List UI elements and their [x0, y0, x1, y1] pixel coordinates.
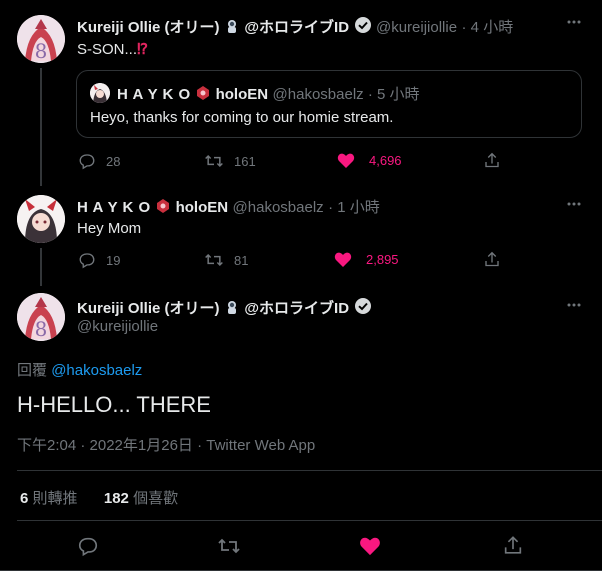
user-handle[interactable]: @kureijiollie — [376, 19, 457, 36]
avatar-kureijiollie[interactable]: 8 — [17, 15, 65, 63]
retweet-button[interactable]: 81 — [204, 251, 248, 269]
reply-icon — [78, 152, 96, 170]
retweet-icon — [204, 152, 224, 170]
tweet-text: S-SON...⁉ — [77, 41, 149, 58]
quoted-handle: @hakosbaelz · 5 小時 — [272, 86, 420, 103]
reply-icon — [78, 251, 96, 269]
astronaut-emoji-icon — [224, 18, 240, 34]
reply-button[interactable]: 19 — [78, 251, 120, 269]
avatar-hakosbaelz[interactable] — [17, 195, 65, 243]
astronaut-emoji-icon — [224, 299, 240, 315]
quoted-name: H A Y K O — [117, 86, 191, 103]
main-tweet-timestamp[interactable]: 下午2:04 · 2022年1月26日 · Twitter Web App — [17, 434, 315, 455]
tweet1-header: Kureiji Ollie (オリー) @ホロライブID @kureijioll… — [77, 16, 513, 37]
display-name-suffix[interactable]: holoEN — [176, 199, 229, 216]
retweet-icon — [204, 251, 224, 269]
retweet-stat-label: 則轉推 — [32, 490, 78, 507]
heart-filled-icon — [334, 251, 352, 268]
main-retweet-button[interactable] — [217, 535, 241, 557]
retweet-count: 81 — [234, 252, 249, 268]
like-stat[interactable]: 182 個喜歡 — [104, 490, 178, 507]
main-tweet-header: Kureiji Ollie (オリー) @ホロライブID — [77, 297, 372, 318]
more-options-icon[interactable] — [566, 14, 582, 30]
like-count: 2,895 — [366, 252, 399, 267]
svg-text:8: 8 — [35, 317, 48, 341]
more-options-icon[interactable] — [566, 297, 582, 313]
avatar-kureijiollie[interactable]: 8 — [17, 293, 65, 341]
quoted-tweet[interactable]: H A Y K O holoEN @hakosbaelz · 5 小時 Heyo… — [76, 70, 582, 138]
rat-emoji-icon — [155, 198, 171, 214]
quoted-text: Heyo, thanks for coming to our homie str… — [90, 109, 394, 126]
avatar-hakosbaelz-small — [90, 83, 110, 103]
reply-to-link[interactable]: @hakosbaelz — [51, 362, 142, 379]
tweet-text: Hey Mom — [77, 220, 142, 237]
share-button[interactable] — [483, 151, 501, 170]
reply-count: 28 — [106, 153, 121, 169]
reply-prefix: 回覆 — [17, 362, 48, 379]
reply-button[interactable]: 28 — [78, 152, 120, 170]
retweet-button[interactable]: 161 — [204, 152, 256, 170]
thread-line — [40, 248, 42, 286]
like-stat-label: 個喜歡 — [133, 490, 179, 507]
thread-line — [40, 68, 42, 186]
main-tweet-text: H-HELLO... THERE — [17, 392, 211, 417]
heart-filled-icon — [359, 536, 381, 556]
share-icon — [483, 151, 501, 170]
display-name[interactable]: H A Y K O — [77, 199, 151, 216]
reply-icon — [77, 535, 99, 557]
more-options-icon[interactable] — [566, 196, 582, 212]
exclamation-question-emoji: ⁉ — [137, 41, 149, 58]
heart-filled-icon — [337, 152, 355, 169]
like-stat-count: 182 — [103, 490, 129, 507]
display-name[interactable]: Kureiji Ollie (オリー) — [77, 300, 220, 317]
like-button[interactable]: 2,895 — [334, 251, 399, 268]
share-icon — [502, 534, 524, 557]
verified-badge-icon — [354, 297, 372, 315]
reply-count: 19 — [106, 252, 121, 268]
rat-emoji-icon — [195, 85, 211, 101]
divider — [17, 520, 602, 521]
svg-text:8: 8 — [35, 39, 48, 63]
divider — [17, 470, 602, 471]
main-like-button[interactable] — [359, 536, 381, 556]
reply-context: 回覆 @hakosbaelz — [17, 359, 142, 380]
share-button[interactable] — [483, 250, 501, 269]
user-handle[interactable]: @kureijiollie — [77, 318, 158, 335]
quoted-name-suffix: holoEN — [215, 86, 269, 103]
like-button[interactable]: 4,696 — [337, 152, 402, 169]
tweet2-header: H A Y K O holoEN @hakosbaelz · 1 小時 — [77, 196, 380, 217]
retweet-icon — [217, 535, 241, 557]
display-name-suffix[interactable]: @ホロライブID — [244, 300, 349, 317]
like-count: 4,696 — [369, 153, 402, 168]
main-share-button[interactable] — [502, 534, 524, 557]
tweet-time[interactable]: · 4 小時 — [462, 19, 514, 36]
share-icon — [483, 250, 501, 269]
retweet-count: 161 — [234, 153, 256, 169]
retweet-stat-count: 6 — [20, 490, 29, 507]
engagement-stats: 6 則轉推 182 個喜歡 — [20, 487, 178, 508]
verified-badge-icon — [354, 16, 372, 34]
display-name-suffix[interactable]: @ホロライブID — [244, 19, 349, 36]
retweet-stat[interactable]: 6 則轉推 — [20, 490, 82, 507]
main-reply-button[interactable] — [77, 535, 99, 557]
display-name[interactable]: Kureiji Ollie (オリー) — [77, 19, 220, 36]
tweet-time[interactable]: · 1 小時 — [328, 199, 380, 216]
user-handle[interactable]: @hakosbaelz — [233, 199, 324, 216]
